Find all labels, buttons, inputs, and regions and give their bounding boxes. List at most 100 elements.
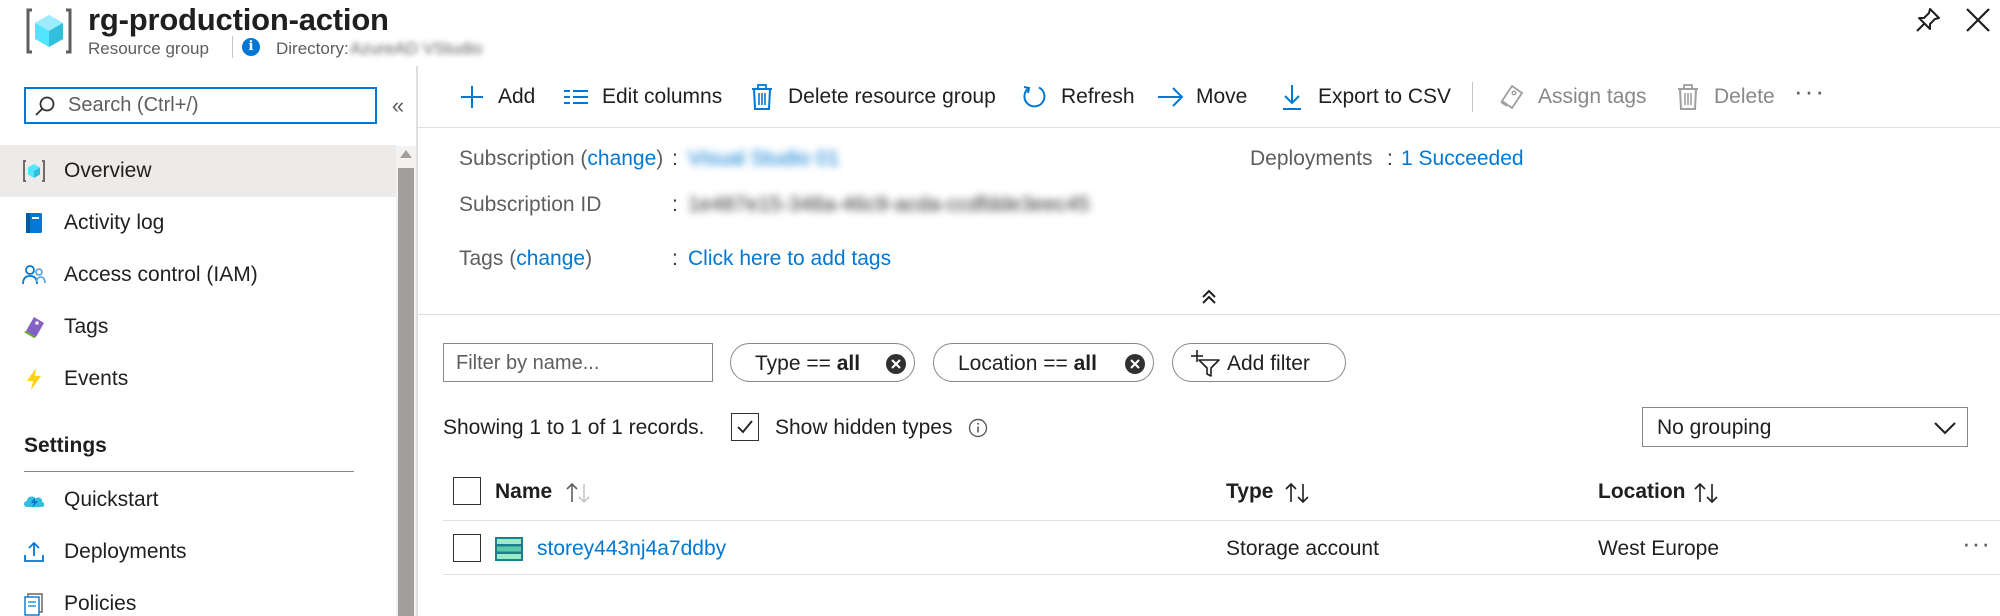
add-filter-button[interactable]: Add filter bbox=[1172, 343, 1346, 382]
close-icon bbox=[1130, 359, 1140, 369]
add-tags-link[interactable]: Click here to add tags bbox=[688, 247, 891, 271]
move-label: Move bbox=[1196, 85, 1248, 108]
sidebar-item-access-control[interactable]: Access control (IAM) bbox=[0, 249, 396, 301]
blade-header: rg-production-action Resource group i Di… bbox=[0, 0, 2000, 66]
pin-icon[interactable] bbox=[1914, 6, 1942, 34]
export-csv-button[interactable]: Export to CSV bbox=[1278, 79, 1451, 115]
grouping-dropdown[interactable]: No grouping bbox=[1642, 407, 1968, 447]
resource-type: Storage account bbox=[1226, 537, 1379, 560]
search-input[interactable] bbox=[68, 93, 368, 118]
colon: : bbox=[672, 147, 678, 170]
tags-change-link[interactable]: change bbox=[516, 247, 585, 270]
delete-button[interactable]: Delete bbox=[1674, 79, 1775, 115]
row-more-button[interactable]: ··· bbox=[1962, 528, 1991, 559]
page-subtitle: Resource group bbox=[88, 39, 209, 58]
sidebar-item-quickstart[interactable]: Quickstart bbox=[0, 474, 396, 526]
colon: : bbox=[1387, 147, 1393, 170]
header-row-divider bbox=[443, 520, 2000, 521]
info-icon[interactable] bbox=[968, 418, 988, 438]
add-label: Add bbox=[498, 85, 536, 108]
essentials-divider bbox=[418, 314, 2000, 315]
column-header-location[interactable]: Location bbox=[1598, 480, 1686, 504]
clear-filter-icon[interactable] bbox=[886, 354, 906, 374]
scroll-up-arrow[interactable] bbox=[400, 150, 412, 158]
lightning-icon bbox=[27, 368, 41, 390]
subscription-value-link[interactable]: Visual Studio 01 bbox=[688, 147, 839, 171]
sidebar-scrollbar[interactable] bbox=[396, 146, 416, 616]
column-header-type[interactable]: Type bbox=[1226, 480, 1273, 504]
show-hidden-checkbox[interactable] bbox=[731, 413, 759, 441]
resource-name-link[interactable]: storey443nj4a7ddby bbox=[537, 537, 726, 561]
collapse-essentials-icon[interactable] bbox=[1198, 286, 1220, 308]
type-filter-pill[interactable]: Type == all bbox=[730, 343, 915, 382]
sidebar-item-tags[interactable]: Tags bbox=[0, 301, 396, 353]
sidebar-item-label: Deployments bbox=[64, 540, 187, 563]
info-icon: i bbox=[242, 38, 260, 56]
refresh-button[interactable]: Refresh bbox=[1021, 79, 1135, 115]
tag-icon bbox=[24, 317, 44, 338]
refresh-icon bbox=[1023, 86, 1046, 108]
sort-icon[interactable] bbox=[1282, 480, 1312, 506]
resource-group-icon bbox=[26, 8, 72, 54]
sidebar-item-policies[interactable]: Policies bbox=[0, 578, 396, 616]
assign-tags-button[interactable]: Assign tags bbox=[1498, 79, 1647, 115]
assign-tags-label: Assign tags bbox=[1538, 85, 1647, 108]
plus-icon bbox=[461, 86, 483, 108]
export-csv-label: Export to CSV bbox=[1318, 85, 1452, 108]
more-commands-button[interactable]: ··· bbox=[1794, 76, 1826, 107]
sidebar-search[interactable] bbox=[24, 87, 377, 124]
select-all-checkbox[interactable] bbox=[453, 477, 481, 505]
sidebar-item-label: Activity log bbox=[64, 211, 165, 234]
row-checkbox[interactable] bbox=[453, 534, 481, 562]
command-bar: Add Edit columns Delete resource group R… bbox=[418, 66, 2000, 128]
subscription-change-link[interactable]: change bbox=[587, 147, 656, 170]
delete-label: Delete bbox=[1714, 85, 1775, 108]
settings-divider bbox=[24, 471, 354, 472]
sort-icon[interactable] bbox=[563, 480, 593, 506]
clear-filter-icon[interactable] bbox=[1125, 354, 1145, 374]
column-header-name[interactable]: Name bbox=[495, 480, 552, 504]
policy-icon bbox=[24, 593, 43, 616]
filter-name-input[interactable] bbox=[456, 350, 706, 376]
close-icon[interactable] bbox=[1962, 4, 1994, 36]
activity-log-icon bbox=[26, 213, 42, 233]
sidebar-item-label: Access control (IAM) bbox=[64, 263, 258, 286]
close-icon bbox=[891, 359, 901, 369]
arrow-right-icon bbox=[1158, 87, 1184, 107]
upload-icon bbox=[24, 541, 44, 562]
sidebar-item-label: Quickstart bbox=[64, 488, 159, 511]
command-separator bbox=[1472, 82, 1473, 112]
deployments-succeeded-link[interactable]: 1 Succeeded bbox=[1401, 147, 1524, 171]
collapse-sidebar-button[interactable]: « bbox=[386, 94, 410, 118]
show-hidden-label: Show hidden types bbox=[775, 416, 953, 439]
edit-columns-button[interactable]: Edit columns bbox=[562, 79, 722, 115]
sidebar-item-overview[interactable]: Overview bbox=[0, 145, 396, 197]
deployments-label: Deployments bbox=[1250, 147, 1373, 170]
edit-columns-label: Edit columns bbox=[602, 85, 723, 108]
sort-icon[interactable] bbox=[1691, 480, 1721, 506]
sidebar-item-deployments[interactable]: Deployments bbox=[0, 526, 396, 578]
location-filter-pill[interactable]: Location == all bbox=[933, 343, 1154, 382]
tags-label: Tags (change) bbox=[459, 247, 593, 270]
colon: : bbox=[672, 193, 678, 216]
subscription-label: Subscription (change) bbox=[459, 147, 664, 170]
directory-value: AzureAD VStudio bbox=[350, 39, 483, 58]
checkmark-icon bbox=[737, 420, 753, 434]
sidebar-item-activity-log[interactable]: Activity log bbox=[0, 197, 396, 249]
move-button[interactable]: Move bbox=[1156, 79, 1247, 115]
search-icon bbox=[35, 96, 55, 116]
people-icon bbox=[22, 265, 46, 285]
scrollbar-thumb[interactable] bbox=[398, 168, 414, 616]
delete-resource-group-label: Delete resource group bbox=[788, 85, 996, 108]
trash-icon bbox=[1678, 84, 1698, 110]
add-button[interactable]: Add bbox=[458, 79, 535, 115]
colon: : bbox=[672, 247, 678, 270]
add-filter-icon bbox=[1191, 350, 1220, 377]
page-title: rg-production-action bbox=[88, 2, 389, 37]
filter-by-name[interactable] bbox=[443, 343, 713, 382]
settings-section-title: Settings bbox=[24, 434, 107, 457]
type-filter-text: Type == all bbox=[755, 352, 861, 375]
delete-resource-group-button[interactable]: Delete resource group bbox=[748, 79, 996, 115]
sidebar-item-events[interactable]: Events bbox=[0, 353, 396, 405]
cloud-icon bbox=[24, 496, 45, 508]
